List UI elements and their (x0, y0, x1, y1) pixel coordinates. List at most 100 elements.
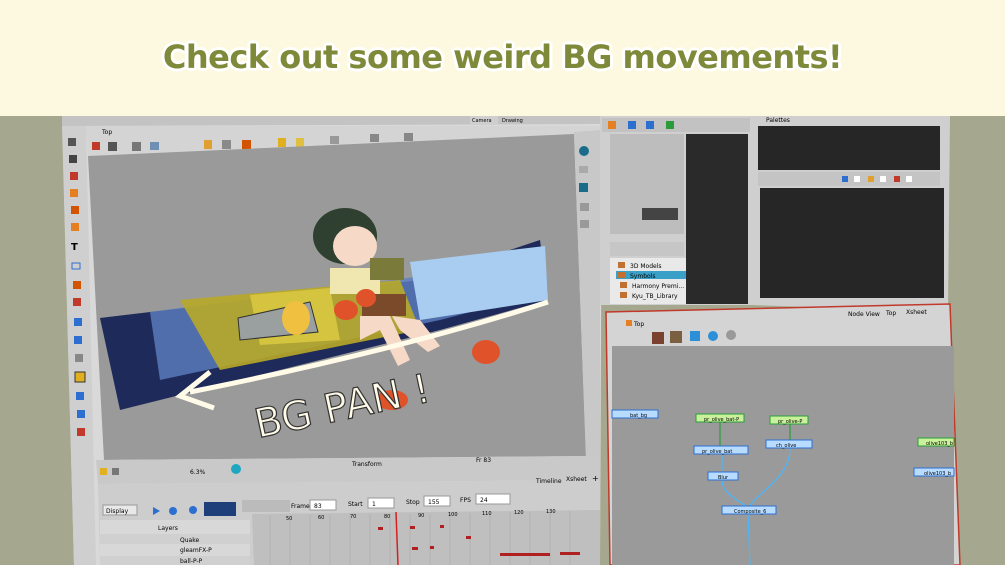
palette-tool-icon[interactable] (854, 176, 860, 182)
layer-rows[interactable]: Quake gleamFX-P ball-P-P (100, 534, 250, 565)
bulb-icon[interactable] (278, 138, 286, 147)
avatar[interactable] (652, 332, 664, 344)
node-label: Blur (718, 475, 729, 481)
tab-node-view[interactable]: Node View (848, 311, 880, 318)
sound-toggle[interactable] (204, 502, 236, 516)
sync-icon[interactable] (666, 121, 674, 129)
folder-icon (620, 292, 627, 298)
node-label: olive103_b (924, 471, 951, 477)
paint-tool-icon[interactable] (71, 206, 79, 214)
tab-camera[interactable]: Camera (472, 118, 492, 124)
onion-skin-icon[interactable] (222, 140, 231, 149)
stop-value: 155 (428, 499, 440, 506)
layer-row[interactable] (100, 534, 250, 544)
contour-tool-icon[interactable] (69, 155, 77, 163)
view-icon[interactable] (150, 142, 159, 150)
view-mode-icon[interactable] (330, 136, 339, 144)
node-canvas[interactable] (612, 346, 954, 565)
library-search[interactable] (610, 242, 684, 256)
line-tool-icon[interactable] (73, 298, 81, 306)
settings-icon[interactable] (726, 330, 736, 340)
mode-icon[interactable] (112, 468, 119, 475)
library-panel: 3D Models Symbols Harmony Premi... Kyu_T… (600, 116, 752, 305)
stack-icon[interactable] (580, 203, 589, 211)
avatar[interactable] (670, 331, 682, 343)
library-item[interactable]: Symbols (630, 273, 655, 280)
grid-icon[interactable] (132, 142, 141, 151)
home-icon[interactable] (626, 320, 632, 326)
hand-tool-icon[interactable] (75, 354, 83, 362)
ruler-tick: 100 (448, 512, 458, 518)
fps-value: 24 (480, 497, 488, 504)
display-label: Display (106, 508, 129, 515)
brush-tool-icon[interactable] (70, 172, 78, 180)
node-label: pr_olive_bat-P (704, 417, 739, 423)
eraser-tool-icon[interactable] (71, 223, 79, 231)
color-swatches[interactable] (760, 188, 944, 298)
refresh-icon[interactable] (646, 121, 654, 129)
preview-slider[interactable] (642, 208, 678, 220)
palette-tool-icon[interactable] (894, 176, 900, 182)
layer-row[interactable] (100, 545, 250, 555)
palettes-panel: Palettes (752, 116, 950, 312)
library-contents[interactable] (686, 134, 748, 304)
pencil-tool-icon[interactable] (70, 189, 78, 197)
playback-speed-slider[interactable] (242, 500, 290, 512)
render-icon[interactable] (370, 134, 379, 142)
palette-tool-icon[interactable] (880, 176, 886, 182)
ruler-tick: 130 (546, 509, 556, 515)
palette-tool-icon[interactable] (868, 176, 874, 182)
layer-name: ball-P-P (180, 558, 203, 565)
frame-value: 83 (314, 503, 322, 510)
library-icon[interactable] (628, 121, 636, 129)
cutter-tool-icon[interactable] (74, 318, 82, 326)
preview-icon[interactable] (404, 133, 413, 141)
palette-list[interactable] (758, 126, 940, 170)
tab-drawing[interactable]: Drawing (502, 118, 523, 124)
dropper-tool-icon[interactable] (77, 428, 85, 436)
node-tool-icon[interactable] (690, 331, 700, 341)
pen-icon[interactable] (242, 140, 251, 149)
layers-icon[interactable] (579, 166, 588, 173)
folder-icon[interactable] (608, 121, 616, 129)
rigging-tool-icon[interactable] (74, 371, 86, 383)
camera-icon[interactable] (579, 146, 589, 156)
add-view-icon[interactable]: + (592, 474, 599, 483)
light-bulb-icon[interactable] (100, 468, 107, 475)
step-icon[interactable] (169, 507, 177, 515)
node-tool-icon[interactable] (708, 331, 718, 341)
palette-tool-icon[interactable] (842, 176, 848, 182)
loop-icon[interactable] (189, 506, 197, 514)
palettes-title: Palettes (766, 117, 790, 124)
target-icon[interactable] (231, 464, 241, 474)
folder-icon (618, 262, 625, 268)
ellipse-tool-icon[interactable] (73, 281, 81, 289)
transform-tool-icon[interactable] (74, 336, 82, 344)
select-tool-icon[interactable] (68, 138, 76, 146)
library-item[interactable]: Kyu_TB_Library (632, 293, 678, 300)
layers-header: Layers (158, 525, 178, 532)
text-tool-icon[interactable]: T (71, 242, 78, 253)
layer-name: Quake (180, 537, 199, 544)
cube-icon[interactable] (579, 183, 588, 192)
node-label: Composite_6 (734, 509, 766, 515)
tab-top[interactable]: Top (885, 310, 896, 317)
add-icon[interactable] (92, 142, 100, 150)
tab-node-xsheet[interactable]: Xsheet (906, 309, 927, 316)
lock-icon[interactable] (204, 140, 212, 149)
ik-tool-icon[interactable] (77, 410, 85, 418)
node-label: olive103_b (926, 441, 953, 447)
folder-icon (618, 272, 625, 278)
tab-timeline[interactable]: Timeline (535, 478, 562, 485)
layer-row[interactable] (100, 556, 250, 565)
ruler-tick: 80 (384, 514, 390, 520)
palette-tool-icon[interactable] (906, 176, 912, 182)
frames-grid[interactable] (252, 510, 600, 565)
library-item[interactable]: 3D Models (630, 263, 662, 270)
stack-2-icon[interactable] (580, 220, 589, 228)
bone-tool-icon[interactable] (76, 392, 84, 400)
gear-icon[interactable] (108, 142, 117, 151)
tab-xsheet[interactable]: Xsheet (566, 476, 587, 483)
library-item[interactable]: Harmony Premi... (632, 283, 684, 290)
light-icon[interactable] (296, 138, 304, 147)
